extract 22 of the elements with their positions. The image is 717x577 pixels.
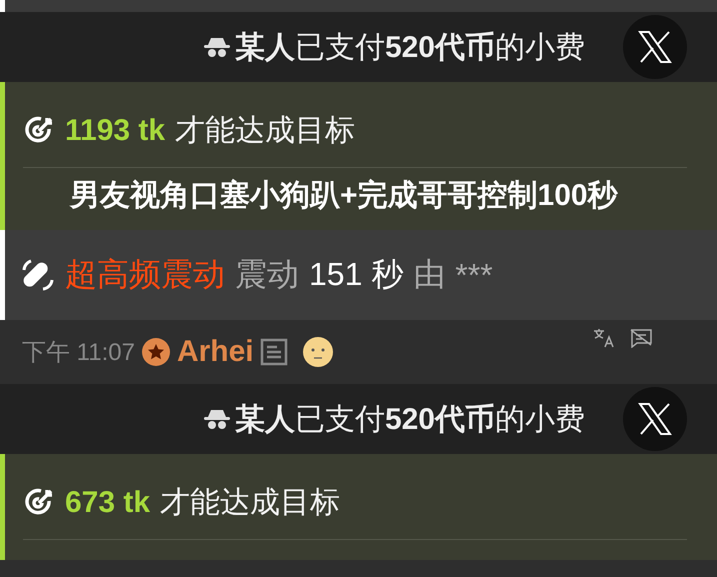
message-time: 下午 11:07	[22, 338, 135, 368]
by-label: 由	[413, 255, 446, 294]
goal-text: 才能达成目标	[175, 113, 356, 149]
tip-message: 某人已支付520代币的小费	[234, 402, 585, 438]
username[interactable]: Arhei	[176, 335, 254, 369]
x-logo-icon	[638, 402, 672, 436]
spy-icon	[202, 408, 231, 430]
action-verb: 震动	[235, 255, 299, 294]
x-logo-icon	[638, 30, 672, 64]
spy-icon	[202, 36, 231, 58]
action-name: 超高频震动	[65, 255, 225, 294]
smiley-icon	[302, 336, 334, 368]
token-amount: 673 tk	[65, 486, 150, 520]
goal-text: 才能达成目标	[160, 485, 340, 521]
document-icon	[260, 338, 288, 366]
token-amount: 1193 tk	[65, 114, 166, 148]
tip-message: 某人已支付520代币的小费	[234, 30, 585, 66]
action-duration: 151 秒	[309, 255, 404, 294]
star-badge-icon	[140, 337, 171, 367]
hide-message-icon[interactable]	[629, 328, 653, 348]
translate-icon[interactable]	[593, 328, 615, 348]
sender-name: ***	[455, 256, 493, 294]
